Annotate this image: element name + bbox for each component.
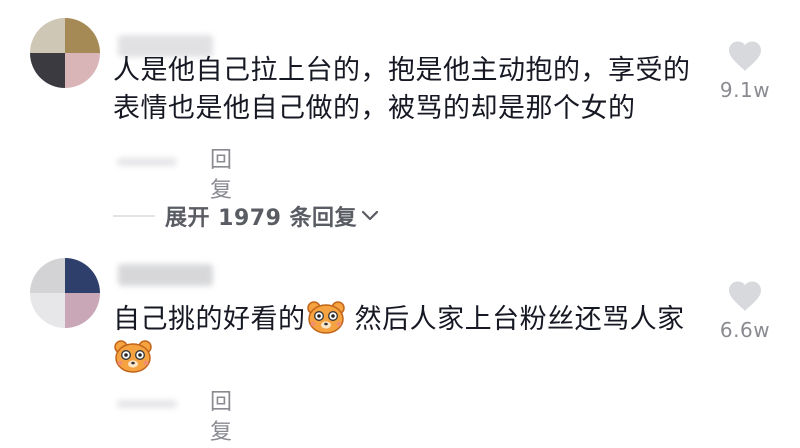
timestamp	[117, 400, 177, 408]
like-count: 6.6w	[719, 318, 771, 342]
like-button[interactable]: 9.1w	[690, 40, 800, 102]
expand-replies-label: 展开 1979 条回复	[165, 206, 358, 231]
bear-face-emoji	[113, 339, 153, 373]
reply-button[interactable]: 回复	[210, 388, 232, 448]
like-count: 9.1w	[719, 78, 771, 102]
like-button[interactable]: 6.6w	[690, 280, 800, 342]
comment-text: 人是他自己拉上台的，抱是他主动抱的，享受的表情也是他自己做的，被骂的却是那个女的	[113, 55, 691, 124]
username[interactable]	[118, 264, 213, 286]
expand-replies-button[interactable]: 展开 1979 条回复	[113, 200, 379, 232]
comment-item: 自己挑的好看的 然后人家上台粉丝还骂人家 回复 6.6w	[0, 250, 800, 445]
comment-text: 自己挑的好看的 然后人家上台粉丝还骂人家	[113, 300, 703, 378]
heart-icon	[690, 40, 800, 72]
timestamp	[117, 158, 177, 166]
avatar[interactable]	[30, 18, 100, 88]
divider	[113, 215, 155, 217]
heart-icon	[690, 280, 800, 312]
bear-face-emoji	[306, 300, 346, 334]
comment-text-part: 然后人家上台粉丝还骂人家	[345, 304, 685, 335]
reply-button[interactable]: 回复	[210, 146, 232, 206]
comment-item: 人是他自己拉上台的，抱是他主动抱的，享受的表情也是他自己做的，被骂的却是那个女的…	[0, 0, 800, 250]
comment-text-part: 自己挑的好看的	[113, 304, 306, 335]
avatar[interactable]	[30, 258, 100, 328]
chevron-down-icon	[361, 207, 379, 226]
